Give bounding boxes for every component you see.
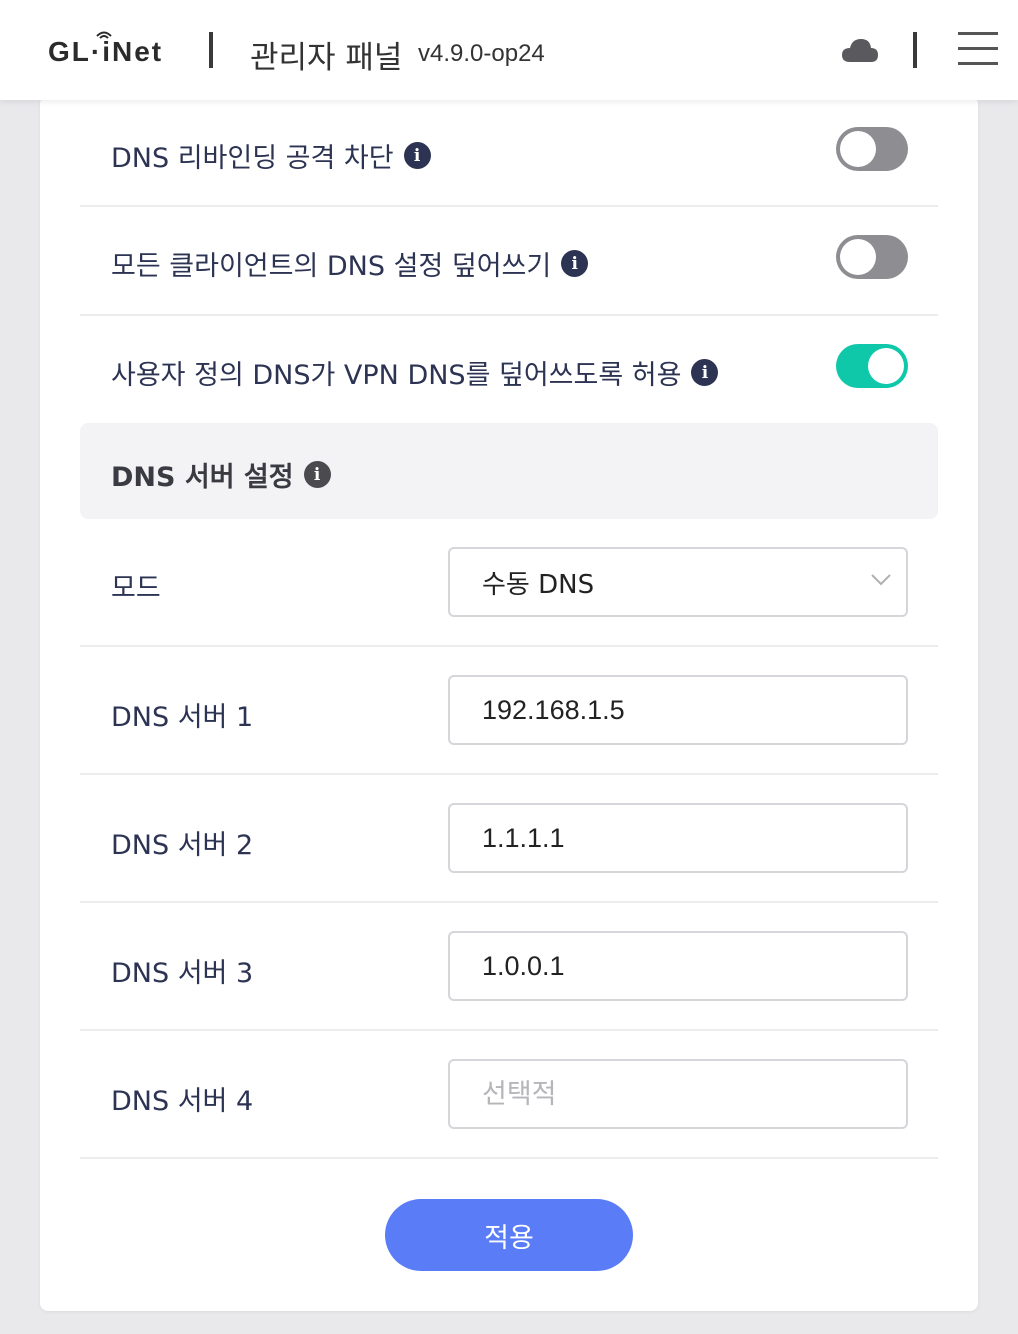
dns-server-2-input[interactable]: [482, 822, 906, 854]
dns-server-4-field[interactable]: [448, 1059, 908, 1129]
cloud-icon[interactable]: [840, 36, 880, 64]
section-title: DNS 서버 설정 i: [111, 455, 331, 494]
dns-server-3-label: DNS 서버 3: [111, 958, 254, 989]
firmware-version: v4.9.0-op24: [418, 40, 545, 67]
top-header: GL·iNet 관리자 패널 v4.9.0-op24: [0, 0, 1018, 100]
divider: [80, 1157, 938, 1159]
custom-dns-override-vpn-toggle[interactable]: [836, 344, 908, 388]
gl-inet-logo[interactable]: GL·iNet: [48, 36, 163, 68]
dns-server-settings-header: DNS 서버 설정 i: [80, 423, 938, 519]
dns-server-2-label: DNS 서버 2: [111, 830, 254, 861]
wifi-logo-icon: [96, 31, 112, 39]
divider: [80, 773, 938, 775]
dns-server-4-label: DNS 서버 4: [111, 1086, 254, 1117]
dns-server-1-label: DNS 서버 1: [111, 702, 254, 733]
override-client-dns-label: 모든 클라이언트의 DNS 설정 덮어쓰기 i: [111, 244, 589, 283]
dns-server-1-input[interactable]: [482, 694, 906, 726]
divider: [80, 645, 938, 647]
apply-button[interactable]: 적용: [385, 1199, 633, 1271]
toggle-label: 사용자 정의 DNS가 VPN DNS를 덮어쓰도록 허용: [111, 360, 682, 391]
mode-select-value: 수동 DNS: [482, 569, 595, 600]
dns-server-2-field[interactable]: [448, 803, 908, 873]
override-client-dns-toggle[interactable]: [836, 235, 908, 279]
header-divider: [209, 32, 213, 68]
dns-server-3-field[interactable]: [448, 931, 908, 1001]
info-icon[interactable]: i: [561, 250, 589, 277]
dns-rebinding-toggle[interactable]: [836, 127, 908, 171]
chevron-down-icon: [871, 574, 891, 586]
dns-server-1-field[interactable]: [448, 675, 908, 745]
header-divider: [913, 32, 917, 68]
dns-rebinding-label: DNS 리바인딩 공격 차단 i: [111, 136, 431, 175]
page-title: 관리자 패널: [250, 40, 403, 76]
mode-label: 모드: [111, 573, 161, 604]
mode-select[interactable]: 수동 DNS: [448, 547, 908, 617]
divider: [80, 1029, 938, 1031]
divider: [80, 314, 938, 316]
info-icon[interactable]: i: [403, 142, 431, 169]
divider: [80, 205, 938, 207]
dns-server-4-input[interactable]: [482, 1078, 906, 1110]
menu-icon[interactable]: [958, 32, 998, 66]
info-icon[interactable]: i: [303, 461, 331, 488]
toggle-label: 모든 클라이언트의 DNS 설정 덮어쓰기: [111, 251, 552, 282]
info-icon[interactable]: i: [691, 359, 719, 386]
toggle-label: DNS 리바인딩 공격 차단: [111, 143, 394, 174]
custom-dns-override-vpn-label: 사용자 정의 DNS가 VPN DNS를 덮어쓰도록 허용 i: [111, 353, 719, 392]
dns-server-3-input[interactable]: [482, 950, 906, 982]
divider: [80, 901, 938, 903]
section-title-text: DNS 서버 설정: [111, 462, 294, 493]
